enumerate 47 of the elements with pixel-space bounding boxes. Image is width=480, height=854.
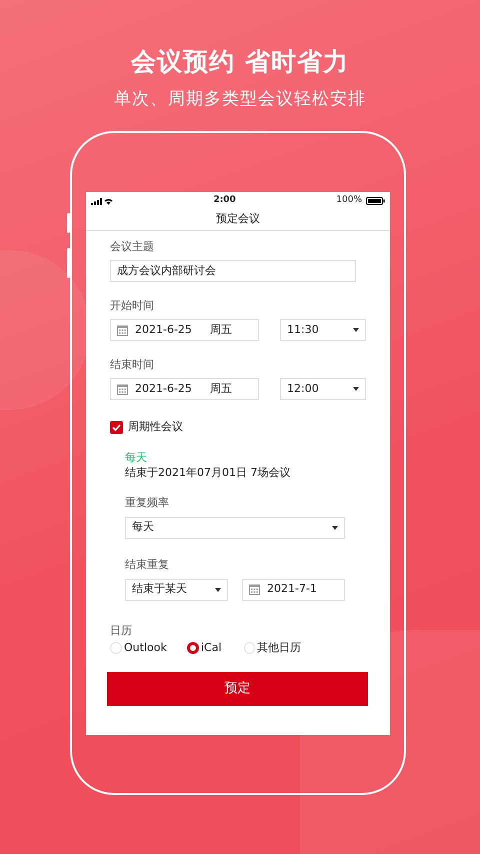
radio-label: Outlook bbox=[124, 640, 167, 654]
time-select[interactable]: 12:00 bbox=[280, 378, 366, 400]
field-label: 结束时间 bbox=[110, 358, 155, 372]
radio-label: iCal bbox=[201, 640, 222, 654]
weekday-text: 周五 bbox=[210, 322, 232, 338]
wifi-icon bbox=[104, 198, 113, 204]
calendar-icon bbox=[117, 384, 128, 394]
summary-text: 结束于2021年07月01日 7场会议 bbox=[125, 464, 292, 480]
screen-title: 预定会议 bbox=[86, 210, 390, 231]
frequency-select[interactable]: 每天 bbox=[125, 516, 345, 538]
topic-field[interactable]: 成方会议内部研讨会 bbox=[110, 260, 356, 282]
radio-label: 其他日历 bbox=[257, 640, 301, 654]
summary-title: 每天 bbox=[125, 450, 148, 464]
subheadline: 单次、周期多类型会议轻松安排 bbox=[113, 88, 367, 111]
date-text: 2021-6-25 bbox=[135, 380, 192, 397]
battery-icon bbox=[366, 197, 385, 205]
weekday-text: 周五 bbox=[210, 380, 232, 397]
caret-icon bbox=[332, 526, 338, 530]
date-field[interactable]: 2021-6-25 周五 bbox=[110, 378, 259, 400]
time-text: 12:00 bbox=[287, 380, 319, 397]
date-text: 2021-7-1 bbox=[267, 581, 317, 598]
field-label: 开始时间 bbox=[110, 299, 155, 313]
field-label: 结束重复 bbox=[125, 558, 170, 572]
caret-icon bbox=[353, 328, 359, 332]
status-time: 2:00 bbox=[213, 194, 236, 208]
field-label: 重复频率 bbox=[125, 496, 170, 510]
caret-icon bbox=[215, 588, 221, 592]
submit-button[interactable]: 预定 bbox=[107, 672, 368, 706]
select-text: 每天 bbox=[132, 519, 154, 536]
signal-icon bbox=[91, 198, 102, 204]
time-text: 11:30 bbox=[287, 322, 319, 338]
end-mode-select[interactable]: 结束于某天 bbox=[125, 578, 228, 600]
field-label: 日历 bbox=[110, 624, 133, 638]
checkbox-label: 周期性会议 bbox=[128, 419, 183, 435]
checkbox[interactable] bbox=[110, 420, 123, 434]
field-label: 会议主题 bbox=[110, 240, 155, 254]
date-field[interactable]: 2021-6-25 周五 bbox=[110, 319, 259, 341]
calendar-icon bbox=[117, 324, 128, 336]
battery-percent: 100% bbox=[336, 194, 362, 208]
radio-button[interactable] bbox=[187, 642, 199, 654]
date-text: 2021-6-25 bbox=[135, 322, 192, 338]
select-text: 结束于某天 bbox=[132, 581, 187, 598]
time-select[interactable]: 11:30 bbox=[280, 319, 366, 341]
caret-icon bbox=[353, 387, 359, 391]
headline: 会议预约 省时省力 bbox=[130, 46, 350, 78]
date-field[interactable]: 2021-7-1 bbox=[242, 578, 345, 600]
calendar-icon bbox=[249, 584, 260, 595]
